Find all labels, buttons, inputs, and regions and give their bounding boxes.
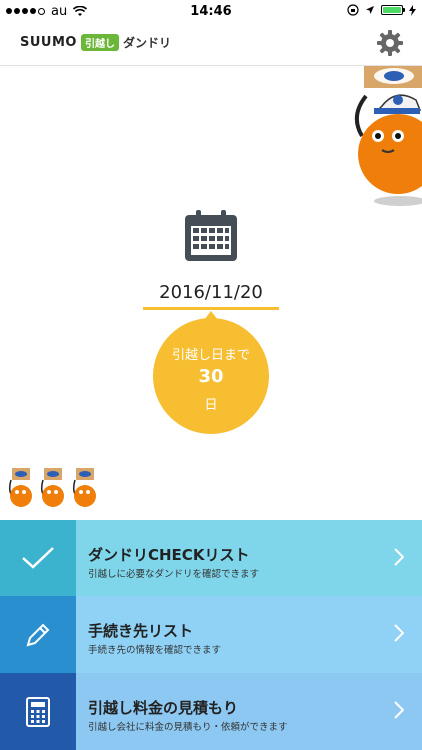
chevron-right-icon <box>394 548 404 566</box>
mascot-row <box>8 468 98 508</box>
logo-dandori-text: ダンドリ <box>122 36 171 50</box>
main-content: 2016/11/20 引越し日まで 30 日 <box>0 66 422 518</box>
checkmark-icon <box>22 547 54 569</box>
app-header: SUUMO 引越し ダンドリ <box>0 22 422 66</box>
countdown-days: 30 <box>198 366 224 387</box>
menu-item-subtitle: 手続き先の情報を確認できます <box>88 645 222 656</box>
logo-moving-badge: 引越し <box>80 34 119 51</box>
countdown-unit: 日 <box>204 398 218 413</box>
calculator-icon <box>26 696 50 727</box>
menu-item-title: ダンドリCHECKリスト <box>88 546 250 564</box>
mascot-small-icon <box>40 468 64 507</box>
orientation-lock-icon <box>347 4 359 16</box>
location-arrow-icon <box>366 6 374 14</box>
pencil-icon <box>26 623 50 646</box>
menu-item-moving-estimate[interactable]: 引越し料金の見積もり 引越し会社に料金の見積もり・依頼ができます <box>0 673 422 750</box>
suumo-logo: SUUMO 引越し ダンドリ <box>20 34 171 51</box>
mascot-small-icon <box>72 468 96 507</box>
countdown-bubble: 引越し日まで 30 日 <box>153 311 269 434</box>
menu-item-check-list[interactable]: ダンドリCHECKリスト 引越しに必要なダンドリを確認できます <box>0 520 422 596</box>
menu-icon-box <box>0 596 76 673</box>
charging-bolt-icon <box>409 4 416 16</box>
date-underline <box>143 307 279 310</box>
menu-icon-box <box>0 673 76 750</box>
feature-menu: ダンドリCHECKリスト 引越しに必要なダンドリを確認できます 手続き先リスト … <box>0 520 422 750</box>
status-right <box>347 4 416 16</box>
mascot-illustration <box>354 66 422 206</box>
countdown-label: 引越し日まで <box>171 348 250 363</box>
battery-icon <box>381 5 405 15</box>
menu-item-subtitle: 引越し会社に料金の見積もり・依頼ができます <box>88 722 288 733</box>
menu-item-procedure-list[interactable]: 手続き先リスト 手続き先の情報を確認できます <box>0 596 422 673</box>
calendar-icon[interactable] <box>184 210 238 262</box>
menu-item-title: 引越し料金の見積もり <box>88 699 239 717</box>
logo-suumo-text: SUUMO <box>20 35 77 50</box>
moving-date[interactable]: 2016/11/20 <box>143 282 279 303</box>
menu-item-title: 手続き先リスト <box>88 622 194 640</box>
status-bar: au 14:46 <box>0 0 422 22</box>
menu-icon-box <box>0 520 76 596</box>
settings-gear-icon[interactable] <box>376 29 404 57</box>
mascot-small-icon <box>8 468 32 507</box>
chevron-right-icon <box>394 624 404 642</box>
menu-item-subtitle: 引越しに必要なダンドリを確認できます <box>88 569 260 580</box>
chevron-right-icon <box>394 701 404 719</box>
